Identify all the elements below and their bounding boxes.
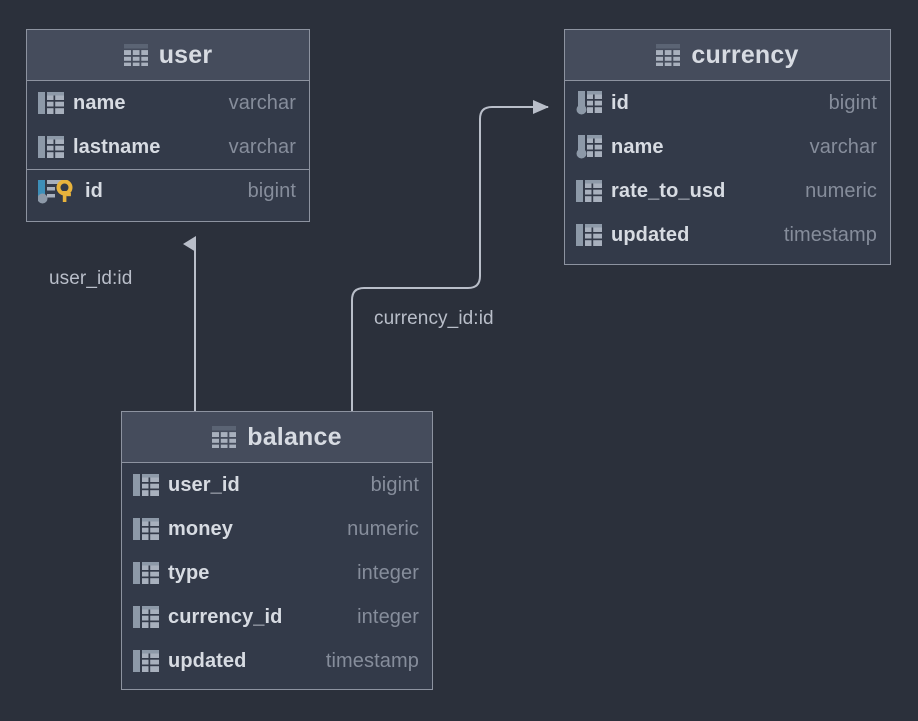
column-name: name — [73, 91, 126, 114]
column-icon — [133, 650, 159, 672]
column-name: currency_id — [168, 605, 283, 628]
entity-title-currency: currency — [691, 40, 799, 69]
column-name: id — [85, 180, 103, 202]
column-type: varchar — [809, 135, 877, 158]
column-row[interactable]: type integer — [122, 551, 432, 595]
column-row[interactable]: lastname varchar — [27, 125, 309, 169]
column-name: updated — [168, 649, 247, 672]
column-row[interactable]: id bigint — [565, 81, 890, 125]
entity-table-balance[interactable]: balance user_id bigint money numeric typ… — [121, 411, 433, 690]
relationship-label-currency-id: currency_id:id — [374, 308, 494, 329]
indexed-column-icon — [576, 135, 602, 159]
column-name: type — [168, 561, 210, 584]
table-icon — [656, 44, 681, 66]
entity-title-user: user — [158, 40, 213, 69]
column-icon — [133, 474, 159, 496]
entity-table-user[interactable]: user name varchar lastname varchar id bi… — [26, 29, 310, 222]
column-type: numeric — [805, 179, 877, 202]
column-row[interactable]: updated timestamp — [122, 639, 432, 683]
column-name: lastname — [73, 135, 161, 158]
entity-table-currency[interactable]: currency id bigint name varchar rate_to_… — [564, 29, 891, 265]
table-icon — [123, 44, 148, 66]
column-type: integer — [357, 561, 419, 584]
column-type: timestamp — [325, 649, 419, 672]
entity-columns-balance: user_id bigint money numeric type intege… — [122, 463, 432, 683]
primary-key-column-icon — [37, 179, 76, 204]
column-type: bigint — [247, 180, 296, 202]
column-icon — [133, 518, 159, 540]
entity-title-balance: balance — [247, 422, 342, 451]
entity-header-balance[interactable]: balance — [122, 412, 432, 463]
column-name: updated — [611, 223, 690, 246]
column-row[interactable]: money numeric — [122, 507, 432, 551]
relationship-label-user-id: user_id:id — [49, 268, 133, 289]
column-name: name — [611, 135, 664, 158]
indexed-column-icon — [576, 91, 602, 115]
column-type: bigint — [370, 473, 419, 496]
column-icon — [576, 224, 602, 246]
column-icon — [133, 562, 159, 584]
column-icon — [38, 136, 64, 158]
column-type: numeric — [347, 517, 419, 540]
column-type: varchar — [228, 135, 296, 158]
column-row[interactable]: currency_id integer — [122, 595, 432, 639]
relationship-line-currency-id — [351, 100, 549, 411]
column-row[interactable]: rate_to_usd numeric — [565, 169, 890, 213]
column-type: integer — [357, 605, 419, 628]
column-row[interactable]: id bigint — [27, 169, 309, 213]
column-row[interactable]: name varchar — [27, 81, 309, 125]
erd-canvas: user_id:id currency_id:id user name varc… — [0, 0, 918, 721]
table-icon — [212, 426, 237, 448]
column-row[interactable]: name varchar — [565, 125, 890, 169]
entity-columns-currency: id bigint name varchar rate_to_usd numer… — [565, 81, 890, 257]
column-row[interactable]: user_id bigint — [122, 463, 432, 507]
column-row[interactable]: updated timestamp — [565, 213, 890, 257]
column-name: money — [168, 517, 233, 540]
entity-columns-user: name varchar lastname varchar id bigint — [27, 81, 309, 213]
entity-header-user[interactable]: user — [27, 30, 309, 81]
column-icon — [133, 606, 159, 628]
column-name: rate_to_usd — [611, 179, 726, 202]
column-icon — [576, 180, 602, 202]
column-name: id — [611, 91, 629, 114]
column-icon — [38, 92, 64, 114]
column-type: timestamp — [783, 223, 877, 246]
column-type: bigint — [828, 91, 877, 114]
column-type: varchar — [228, 91, 296, 114]
column-name: user_id — [168, 473, 240, 496]
entity-header-currency[interactable]: currency — [565, 30, 890, 81]
